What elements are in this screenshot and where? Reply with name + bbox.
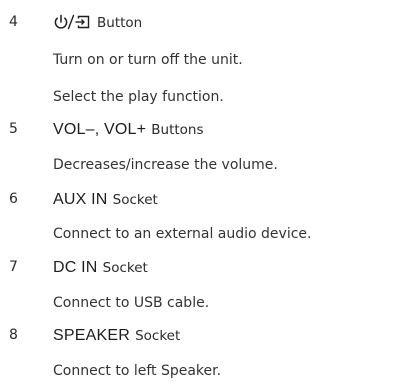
item-description: Connect to USB cable. [53, 295, 210, 311]
item-description: Connect to an external audio device. [53, 226, 312, 242]
item-key: VOL–, VOL+ [53, 121, 147, 138]
item-title: Button [53, 13, 142, 32]
item-number: 6 [9, 191, 18, 207]
item-description: Connect to left Speaker. [53, 363, 222, 379]
item-title: VOL–, VOL+ Buttons [53, 120, 204, 139]
item-key: DC IN [53, 259, 98, 276]
item-number: 5 [9, 121, 18, 137]
item-number: 7 [9, 259, 18, 275]
item-description: Turn on or turn off the unit. [53, 52, 243, 68]
item-kind: Socket [135, 328, 181, 344]
power-input-icon [53, 14, 93, 30]
item-kind: Buttons [151, 122, 204, 138]
item-kind: Socket [112, 192, 158, 208]
item-title: SPEAKER Socket [53, 326, 180, 345]
item-title: DC IN Socket [53, 258, 148, 277]
item-kind: Socket [102, 260, 148, 276]
item-number: 8 [9, 327, 18, 343]
item-kind: Button [97, 15, 143, 31]
item-description: Decreases/increase the volume. [53, 157, 278, 173]
item-description: Select the play function. [53, 89, 224, 105]
item-number: 4 [9, 14, 18, 30]
item-title: AUX IN Socket [53, 190, 158, 209]
item-key: AUX IN [53, 191, 108, 208]
item-key: SPEAKER [53, 327, 130, 344]
